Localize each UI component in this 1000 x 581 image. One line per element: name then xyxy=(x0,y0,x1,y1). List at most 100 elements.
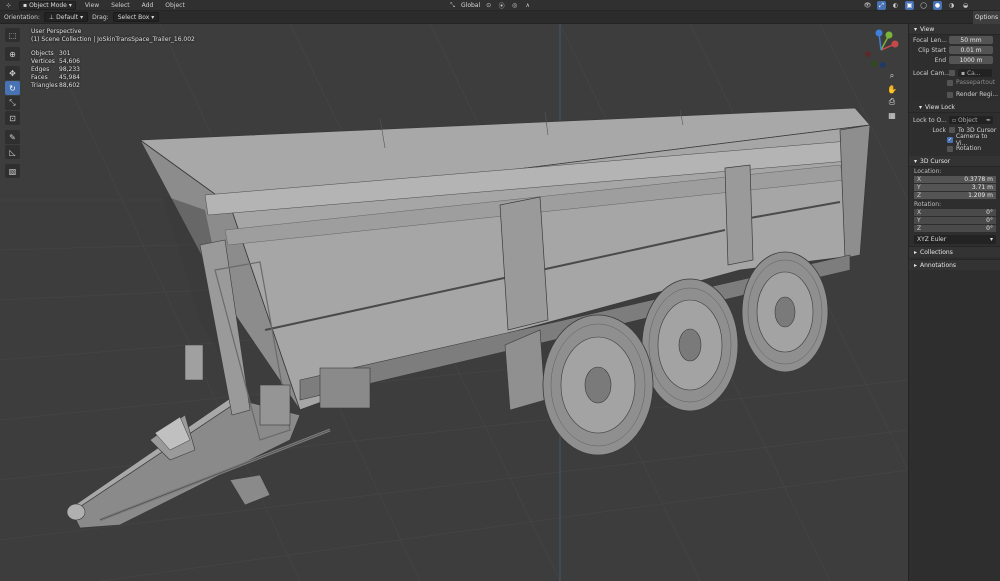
perspective-label: User Perspective xyxy=(31,28,82,35)
orientation-dropdown[interactable]: ⊥ Default ▾ xyxy=(43,12,89,22)
camera-view-icon[interactable]: ⎙ xyxy=(886,96,898,108)
rotation-lock-label: Rotation xyxy=(956,145,982,152)
solid-shading-icon[interactable]: ● xyxy=(933,1,942,10)
cursor-icon[interactable]: ⊕ xyxy=(5,47,20,61)
zoom-icon[interactable]: ⌕ xyxy=(886,70,898,82)
location-y-field[interactable]: Y 3.71 m xyxy=(914,184,996,192)
panel-view-header[interactable]: ▾ View xyxy=(909,24,1000,35)
clip-start-row: Clip Start 0.01 m xyxy=(909,45,1000,55)
panel-annotations-header[interactable]: ▸ Annotations xyxy=(909,259,1000,270)
panel-collections-header[interactable]: ▸ Collections xyxy=(909,246,1000,257)
chevron-right-icon: ▸ xyxy=(914,248,918,256)
tool-settings-header: Orientation: ⊥ Default ▾ Drag: Select Bo… xyxy=(0,11,1000,24)
x-axis-handle[interactable] xyxy=(891,40,899,48)
top-header: ⊹ ▪ Object Mode ▾ View Select Add Object… xyxy=(0,0,1000,11)
tool-shelf: ⬚ ⊕ ✥ ↻ ⤡ ⊡ ✎ ◺ ▧ xyxy=(5,28,20,178)
z-axis-handle[interactable] xyxy=(875,29,883,37)
select-box-icon[interactable]: ⬚ xyxy=(5,28,20,42)
orientation-value: Default xyxy=(56,13,79,21)
panel-3d-cursor-header[interactable]: ▾ 3D Cursor xyxy=(909,156,1000,167)
stat-label: Triangles xyxy=(31,82,58,89)
pan-hand-icon[interactable]: ✋ xyxy=(886,83,898,95)
local-camera-checkbox[interactable] xyxy=(949,70,955,76)
to-3d-cursor-checkbox[interactable] xyxy=(949,127,955,133)
menu-view[interactable]: View xyxy=(82,2,102,9)
local-camera-label: Local Cam... xyxy=(913,69,949,77)
render-region-label: Render Regi... xyxy=(956,91,999,98)
menu-add[interactable]: Add xyxy=(139,2,157,9)
rotation-lock-checkbox[interactable] xyxy=(947,145,953,152)
trailer-hopper-body xyxy=(138,107,871,411)
location-x-field[interactable]: X 0.3778 m xyxy=(914,176,996,184)
panel-title: Collections xyxy=(920,248,953,256)
axis-label: Z xyxy=(917,192,922,199)
add-cube-icon[interactable]: ▧ xyxy=(5,164,20,178)
focal-length-field[interactable]: 50 mm xyxy=(949,36,993,44)
lock-to-object-label: Lock to O... xyxy=(913,116,947,124)
perspective-grid-icon[interactable]: ▦ xyxy=(886,109,898,121)
gizmo-toggle-icon[interactable]: ⤢ xyxy=(877,1,886,10)
snap-icon[interactable]: ⦿ xyxy=(497,1,506,10)
rotation-mode-value: XYZ Euler xyxy=(917,236,947,243)
stat-row: Edges 98,233 xyxy=(31,66,195,74)
wireframe-shading-icon[interactable]: ◯ xyxy=(919,1,928,10)
clip-start-label: Clip Start xyxy=(918,46,946,54)
proportional-edit-icon[interactable]: ◎ xyxy=(510,1,519,10)
neg-y-axis-handle[interactable] xyxy=(871,61,877,67)
stat-row: Faces 45,984 xyxy=(31,74,195,82)
lock-to-object-field[interactable]: ▫ Object ✒ xyxy=(949,116,993,124)
3d-viewport[interactable] xyxy=(0,24,908,581)
annotate-icon[interactable]: ✎ xyxy=(5,130,20,144)
panel-view-lock-header[interactable]: ▾ View Lock xyxy=(909,102,1000,113)
falloff-icon[interactable]: ∧ xyxy=(523,1,532,10)
mode-dropdown[interactable]: ▪ Object Mode ▾ xyxy=(19,0,76,10)
chevron-down-icon: ▾ xyxy=(68,1,72,9)
axis-value: 0° xyxy=(986,225,993,232)
editor-type-icon[interactable]: ⊹ xyxy=(4,1,13,10)
rendered-shading-icon[interactable]: ◒ xyxy=(961,1,970,10)
move-icon[interactable]: ✥ xyxy=(5,66,20,80)
panel-title: View xyxy=(920,25,935,33)
options-button[interactable]: Options xyxy=(973,11,1000,24)
neg-z-axis-handle[interactable] xyxy=(880,62,886,68)
xray-icon[interactable]: ▣ xyxy=(905,1,914,10)
rotate-icon[interactable]: ↻ xyxy=(5,81,20,95)
camera-to-view-checkbox[interactable]: ✓ xyxy=(947,136,953,143)
render-region-checkbox[interactable] xyxy=(947,91,953,98)
neg-x-axis-handle[interactable] xyxy=(865,51,871,57)
scale-icon[interactable]: ⤡ xyxy=(5,96,20,110)
eyedropper-icon[interactable]: ✒ xyxy=(986,117,993,124)
object-mode-icon: ▪ xyxy=(23,1,28,9)
focal-length-label: Focal Len... xyxy=(913,36,947,44)
passepartout-checkbox[interactable] xyxy=(947,79,953,86)
drag-dropdown[interactable]: Select Box ▾ xyxy=(112,12,160,22)
rotation-y-field[interactable]: Y 0° xyxy=(914,217,996,225)
visibility-icon[interactable]: 👁 xyxy=(863,1,872,10)
pivot-icon[interactable]: ⊙ xyxy=(484,1,493,10)
stat-value: 54,606 xyxy=(59,58,80,65)
transform-icon[interactable]: ⊡ xyxy=(5,111,20,125)
material-shading-icon[interactable]: ◑ xyxy=(947,1,956,10)
transform-orientation-dropdown[interactable]: Global xyxy=(461,2,480,9)
y-axis-handle[interactable] xyxy=(885,31,893,39)
measure-icon[interactable]: ◺ xyxy=(5,145,20,159)
orientation-icon: ⤡ xyxy=(450,1,455,9)
axis-label: Z xyxy=(917,225,922,232)
stat-label: Objects xyxy=(31,50,54,57)
axis-label: Y xyxy=(917,184,921,191)
overlays-icon[interactable]: ◐ xyxy=(891,1,900,10)
camera-to-view-row: ✓ Camera to Vi... xyxy=(909,133,1000,147)
menu-select[interactable]: Select xyxy=(108,2,133,9)
rotation-x-field[interactable]: X 0° xyxy=(914,209,996,217)
rotation-z-field[interactable]: Z 0° xyxy=(914,225,996,233)
clip-end-field[interactable]: 1000 m xyxy=(949,56,993,64)
local-camera-field[interactable]: ▪ Ca... xyxy=(958,69,992,77)
passepartout-label: Passepartout xyxy=(956,79,996,86)
stat-row: Triangles 88,602 xyxy=(31,82,195,90)
rotation-mode-dropdown[interactable]: XYZ Euler ▾ xyxy=(914,235,996,244)
navigation-gizmo[interactable] xyxy=(858,28,904,70)
menu-object[interactable]: Object xyxy=(162,2,188,9)
location-z-field[interactable]: Z 1.209 m xyxy=(914,192,996,200)
clip-start-field[interactable]: 0.01 m xyxy=(949,46,993,54)
collection-label: (1) Scene Collection | JoSkinTransSpace_… xyxy=(31,36,195,43)
